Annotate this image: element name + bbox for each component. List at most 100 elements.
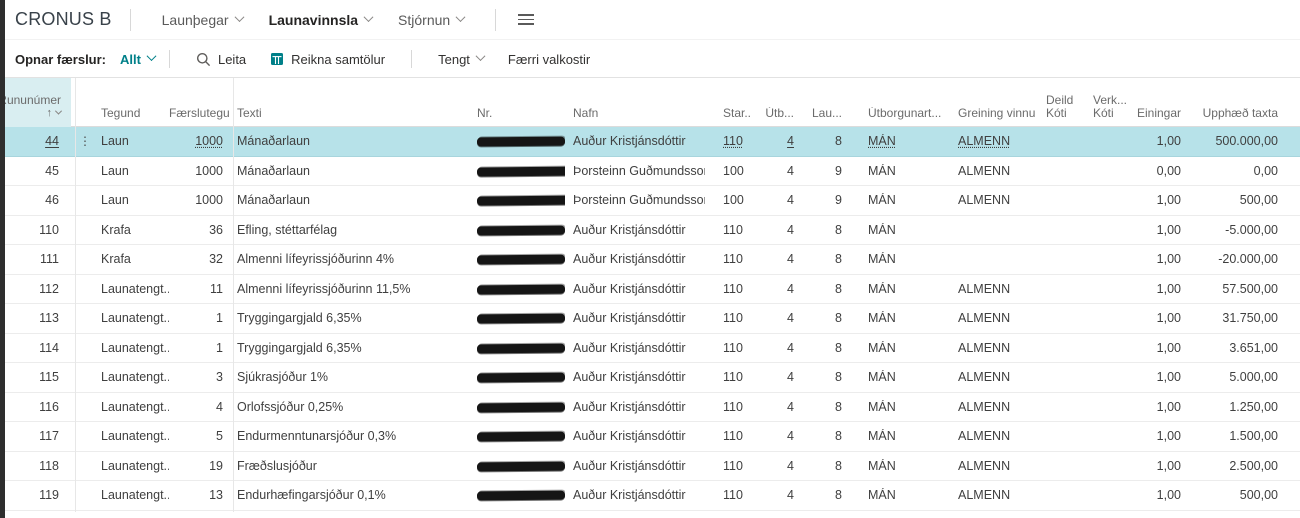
cell-star: 110 [705,252,750,266]
cell-teg: Laun [99,134,169,148]
cell-utb[interactable]: 4 [750,134,800,148]
column-header-ftg[interactable]: Færslutegund [169,107,229,127]
search-button[interactable]: Leita [196,52,246,67]
calculate-totals-button[interactable]: Reikna samtölur [270,52,385,67]
sort-ascending-icon: ↑ [47,107,62,120]
cell-gre[interactable]: ALMENN [956,134,1042,148]
cell-teg: Launatengt... [99,488,169,502]
cell-ein: 1,00 [1132,193,1186,207]
cell-nafn: Auður Kristjánsdóttir [565,341,705,355]
cell-utbt: MÁN [848,193,956,207]
cell-ftg[interactable]: 1000 [169,134,229,148]
cell-upp: 500,00 [1186,488,1286,502]
table-row[interactable]: 111Krafa32Almenni lífeyrissjóðurinn 4%Au… [5,245,1300,275]
column-header-nr[interactable]: Nr. [469,107,565,127]
cell-nafn: Auður Kristjánsdóttir [565,488,705,502]
table-row[interactable]: 113Launatengt...1Tryggingargjald 6,35%Au… [5,304,1300,334]
table-row[interactable]: 117Launatengt...5Endurmenntunarsjóður 0,… [5,422,1300,452]
cell-nafn: Auður Kristjánsdóttir [565,400,705,414]
table-row[interactable]: 110Krafa36Efling, stéttarfélagAuður Kris… [5,216,1300,246]
company-name[interactable]: CRONUS B [15,9,112,30]
chevron-down-icon [147,51,157,61]
nav-item-launavinnsla[interactable]: Launavinnsla [269,12,372,28]
column-header-ein[interactable]: Einingar [1132,107,1186,127]
cell-txt: Efling, stéttarfélag [229,223,469,237]
column-header-nafn[interactable]: Nafn [565,107,705,127]
cell-menu[interactable]: ⋮ [71,134,99,148]
column-header-verk[interactable]: Verk...Kóti [1086,94,1132,127]
cell-run: 110 [5,223,71,237]
cell-utbt[interactable]: MÁN [848,134,956,148]
cell-upp: 57.500,00 [1186,282,1286,296]
cell-ftg: 11 [169,282,229,296]
cell-ftg: 1000 [169,193,229,207]
cell-teg: Launatengt... [99,282,169,296]
column-header-utb[interactable]: Útb... [750,107,800,127]
table-row[interactable]: 116Launatengt...4Orlofssjóður 0,25%Auður… [5,393,1300,423]
cell-ein: 1,00 [1132,341,1186,355]
table-row[interactable]: 44⋮Laun1000MánaðarlaunAuður Kristjánsdót… [5,127,1300,157]
cell-utb: 4 [750,311,800,325]
cell-gre: ALMENN [956,193,1042,207]
cell-gre: ALMENN [956,282,1042,296]
cell-lau: 8 [800,282,848,296]
cell-star: 100 [705,193,750,207]
related-dropdown[interactable]: Tengt [438,52,484,67]
nav-item-stjornun[interactable]: Stjórnun [398,12,464,28]
cell-lau: 8 [800,370,848,384]
fewer-options-button[interactable]: Færri valkostir [508,52,590,67]
cell-gre: ALMENN [956,488,1042,502]
cell-nafn: Auður Kristjánsdóttir [565,429,705,443]
cell-run[interactable]: 44 [5,134,71,148]
table-row[interactable]: 118Launatengt...19FræðslusjóðurAuður Kri… [5,452,1300,482]
table-row[interactable]: 114Launatengt...1Tryggingargjald 6,35%Au… [5,334,1300,364]
cell-gre: ALMENN [956,370,1042,384]
column-header-star[interactable]: Star... [705,107,750,127]
redacted-id-bar [477,225,565,235]
cell-txt: Fræðslusjóður [229,459,469,473]
cell-star[interactable]: 110 [705,134,750,148]
divider [169,50,170,68]
cell-gre: ALMENN [956,164,1042,178]
cell-utbt: MÁN [848,223,956,237]
cell-nafn: Auður Kristjánsdóttir [565,459,705,473]
column-header-run[interactable]: Rununúmer↑ [5,78,71,127]
table-row[interactable]: 115Launatengt...3Sjúkrasjóður 1%Auður Kr… [5,363,1300,393]
cell-run: 119 [5,488,71,502]
column-header-dei[interactable]: DeildKóti [1042,94,1086,127]
redacted-id-bar [477,432,565,442]
cell-nafn: Auður Kristjánsdóttir [565,370,705,384]
cell-txt: Mánaðarlaun [229,193,469,207]
cell-utbt: MÁN [848,370,956,384]
cell-star: 110 [705,341,750,355]
redacted-id-bar [477,196,565,206]
cell-txt: Endurhæfingarsjóður 0,1% [229,488,469,502]
column-header-utbt[interactable]: Útborgunart... [848,107,956,127]
filter-label: Opnar færslur: [15,52,106,67]
cell-nafn: Auður Kristjánsdóttir [565,282,705,296]
cell-lau: 8 [800,400,848,414]
cell-ftg: 1 [169,341,229,355]
table-row[interactable]: 112Launatengt...11Almenni lífeyrissjóður… [5,275,1300,305]
table-row[interactable]: 46Laun1000MánaðarlaunÞorsteinn Guðmundss… [5,186,1300,216]
column-header-gre[interactable]: Greining vinnu [956,107,1042,127]
menu-icon[interactable] [518,14,534,25]
cell-ftg: 1 [169,311,229,325]
column-header-lau[interactable]: Lau... [800,107,848,127]
calculator-icon [270,52,284,66]
cell-lau: 8 [800,341,848,355]
redacted-id-bar [477,373,565,383]
window-edge [0,0,5,518]
filter-dropdown[interactable]: Allt [120,52,155,67]
column-header-teg[interactable]: Tegund [99,107,169,127]
cell-teg: Launatengt... [99,370,169,384]
nav-item-launthegar[interactable]: Launþegar [162,12,243,28]
cell-star: 110 [705,370,750,384]
column-header-upp[interactable]: Upphæð taxta [1186,107,1286,127]
table-row[interactable]: 45Laun1000MánaðarlaunÞorsteinn Guðmundss… [5,157,1300,187]
action-toolbar: Opnar færslur: Allt Leita Reikna samtölu… [5,41,1300,78]
column-header-txt[interactable]: Texti [229,107,469,127]
top-navigation-bar: CRONUS B Launþegar Launavinnsla Stjórnun [5,0,1300,40]
cell-lau: 8 [800,429,848,443]
table-row[interactable]: 119Launatengt...13Endurhæfingarsjóður 0,… [5,481,1300,511]
